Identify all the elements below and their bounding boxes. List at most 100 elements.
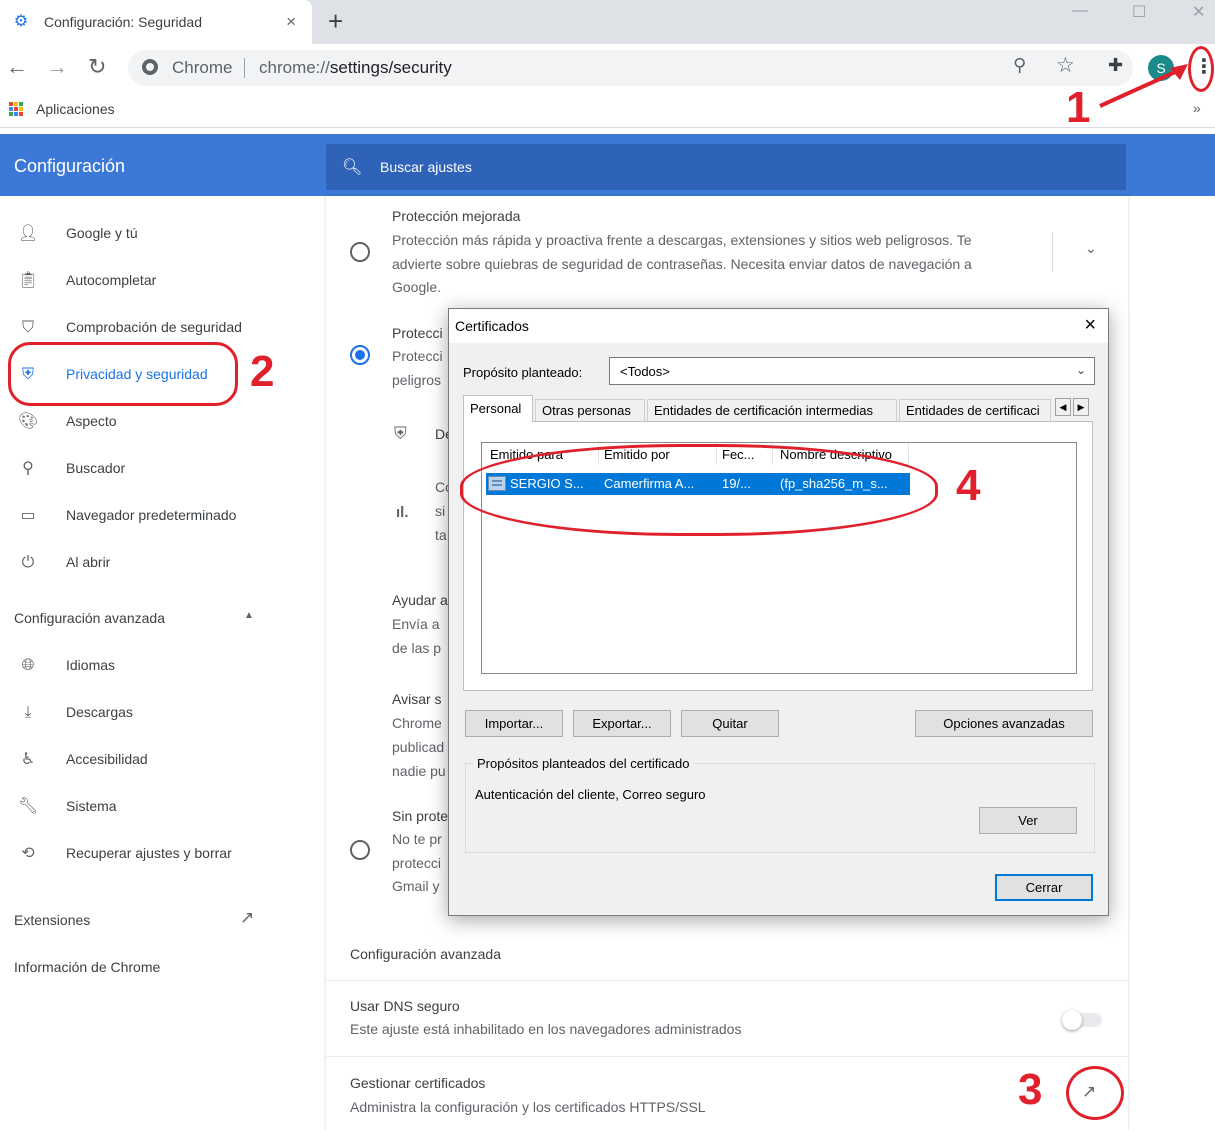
- annotation-number-3: 3: [1018, 1065, 1043, 1114]
- purposes-value: Autenticación del cliente, Correo seguro: [475, 787, 706, 802]
- help-title: Ayudar a: [392, 592, 448, 608]
- dialog-close-icon[interactable]: ×: [1084, 314, 1096, 337]
- sidebar-item-on-startup[interactable]: ⏻ Al abrir: [0, 543, 300, 583]
- sidebar-item-languages[interactable]: 🌐︎ Idiomas: [0, 646, 300, 686]
- tab-close-icon[interactable]: ×: [286, 12, 296, 32]
- radio-no-protection[interactable]: [350, 840, 370, 860]
- certificates-dialog: Certificados × Propósito planteado: <Tod…: [448, 308, 1109, 916]
- chevron-down-icon: ⌄: [1075, 363, 1086, 377]
- sidebar-item-label: Sistema: [66, 798, 117, 814]
- window-close-icon[interactable]: ✕: [1192, 2, 1205, 22]
- new-tab-button[interactable]: +: [328, 6, 343, 37]
- back-icon[interactable]: ←: [6, 54, 28, 80]
- shield-icon: ⛨: [394, 424, 407, 443]
- enhanced-desc-line: Protección más rápida y proactiva frente…: [392, 232, 972, 248]
- accessibility-icon: ♿︎: [20, 751, 36, 768]
- palette-icon: 🎨︎: [18, 413, 39, 430]
- radio-enhanced[interactable]: [350, 242, 370, 262]
- sidebar-item-accessibility[interactable]: ♿︎ Accesibilidad: [0, 740, 300, 780]
- sidebar-item-system[interactable]: 🔧︎ Sistema: [0, 787, 300, 827]
- shield-check-icon: ⛉: [21, 319, 34, 336]
- warn-desc: Chrome: [392, 715, 442, 731]
- enhanced-desc-line: Google.: [392, 279, 442, 295]
- sidebar-item-default-browser[interactable]: ▭ Navegador predeterminado: [0, 496, 300, 536]
- search-icon: 🔍︎: [342, 159, 363, 176]
- forward-icon[interactable]: →: [46, 54, 68, 80]
- sidebar-item-label: Descargas: [66, 704, 133, 720]
- sidebar-item-about[interactable]: Información de Chrome: [14, 959, 160, 975]
- dns-toggle-knob[interactable]: [1062, 1010, 1082, 1030]
- dialog-title: Certificados: [455, 318, 529, 334]
- settings-search-input[interactable]: 🔍︎ Buscar ajustes: [326, 144, 1126, 190]
- sidebar-item-autofill[interactable]: 📋︎ Autocompletar: [0, 261, 300, 301]
- tab-intermediate-ca[interactable]: Entidades de certificación intermedias: [647, 399, 897, 421]
- close-button[interactable]: Cerrar: [995, 874, 1093, 901]
- enhanced-title: Protección mejorada: [392, 208, 521, 224]
- search-icon: ⚲: [22, 460, 34, 477]
- sidebar-item-label: Al abrir: [66, 554, 111, 570]
- sidebar-item-downloads[interactable]: ⤓ Descargas: [0, 693, 300, 733]
- sidebar-item-extensions[interactable]: Extensiones: [14, 912, 90, 928]
- advanced-heading[interactable]: Configuración avanzada: [14, 610, 165, 626]
- annotation-ring-3: [1066, 1066, 1124, 1120]
- purpose-select[interactable]: <Todos> ⌄: [609, 357, 1095, 385]
- sidebar-item-label: Idiomas: [66, 657, 116, 673]
- chevron-down-icon[interactable]: ⌄: [1085, 240, 1097, 257]
- standard-subitem: ta: [435, 527, 447, 543]
- tab-scroll-left-icon[interactable]: ◀: [1055, 398, 1071, 416]
- collapse-arrow-icon[interactable]: ▲: [244, 610, 254, 621]
- bookmarks-bar: Aplicaciones »: [0, 92, 1215, 128]
- search-placeholder: Buscar ajustes: [380, 159, 472, 175]
- url-text: chrome://settings/security: [259, 58, 452, 77]
- tab-title: Configuración: Seguridad: [44, 14, 202, 30]
- warn-title: Avisar s: [392, 691, 442, 707]
- external-link-icon[interactable]: ↗: [240, 908, 254, 928]
- sidebar-item-appearance[interactable]: 🎨︎ Aspecto: [0, 402, 300, 442]
- reload-icon[interactable]: ↻: [88, 54, 106, 80]
- tab-strip: ⚙ Configuración: Seguridad × + — ☐ ✕: [0, 0, 1215, 44]
- tab-personal[interactable]: Personal: [463, 395, 533, 422]
- help-desc: de las p: [392, 640, 442, 656]
- tab-root-ca[interactable]: Entidades de certificaci: [899, 399, 1051, 421]
- bookmark-star-icon[interactable]: ☆: [1056, 53, 1075, 78]
- tab-scroll-right-icon[interactable]: ▶: [1073, 398, 1089, 416]
- advanced-section-title: Configuración avanzada: [350, 946, 501, 962]
- section-divider: [326, 1056, 1128, 1057]
- clipboard-icon: 📋︎: [18, 272, 39, 289]
- apps-bookmark[interactable]: Aplicaciones: [36, 101, 115, 117]
- sidebar-item-google[interactable]: 👤︎ Google y tú: [0, 214, 300, 254]
- chrome-site-icon: [142, 59, 158, 75]
- apps-grid-icon: [9, 102, 23, 116]
- annotation-ring-4: [460, 444, 938, 536]
- sidebar-item-label: Aspecto: [66, 413, 117, 429]
- tab-other-people[interactable]: Otras personas: [535, 399, 645, 421]
- none-desc: Gmail y: [392, 878, 440, 894]
- sidebar-item-label: Accesibilidad: [66, 751, 148, 767]
- sidebar-item-reset[interactable]: ⟲ Recuperar ajustes y borrar: [0, 834, 300, 874]
- certs-desc: Administra la configuración y los certif…: [350, 1099, 706, 1115]
- import-button[interactable]: Importar...: [465, 710, 563, 737]
- person-icon: 👤︎: [18, 225, 39, 242]
- annotation-number-1: 1: [1066, 83, 1091, 132]
- annotation-number-2: 2: [250, 347, 275, 396]
- omnibox-site-label: Chrome: [172, 58, 233, 77]
- export-button[interactable]: Exportar...: [573, 710, 671, 737]
- address-bar[interactable]: Chrome chrome://settings/security ⚲ ☆: [128, 50, 1133, 86]
- remove-button[interactable]: Quitar: [681, 710, 779, 737]
- minimize-icon[interactable]: —: [1072, 2, 1088, 20]
- browser-tab[interactable]: ⚙ Configuración: Seguridad ×: [0, 0, 312, 44]
- maximize-icon[interactable]: ☐: [1132, 2, 1146, 22]
- zoom-icon[interactable]: ⚲: [1013, 55, 1026, 76]
- annotation-arrow-1: [1099, 64, 1188, 108]
- sidebar-item-label: Navegador predeterminado: [66, 507, 237, 523]
- certificate-tabs: Personal Otras personas Entidades de cer…: [463, 395, 1093, 422]
- settings-gear-icon: ⚙: [13, 13, 29, 30]
- radio-standard[interactable]: [350, 345, 370, 365]
- view-button[interactable]: Ver: [979, 807, 1077, 834]
- expand-divider: [1052, 232, 1053, 272]
- sidebar-item-search-engine[interactable]: ⚲ Buscador: [0, 449, 300, 489]
- sidebar-item-label: Recuperar ajustes y borrar: [66, 845, 232, 861]
- advanced-options-button[interactable]: Opciones avanzadas: [915, 710, 1093, 737]
- sidebar-item-label: Autocompletar: [66, 272, 157, 288]
- purpose-value: <Todos>: [620, 364, 670, 379]
